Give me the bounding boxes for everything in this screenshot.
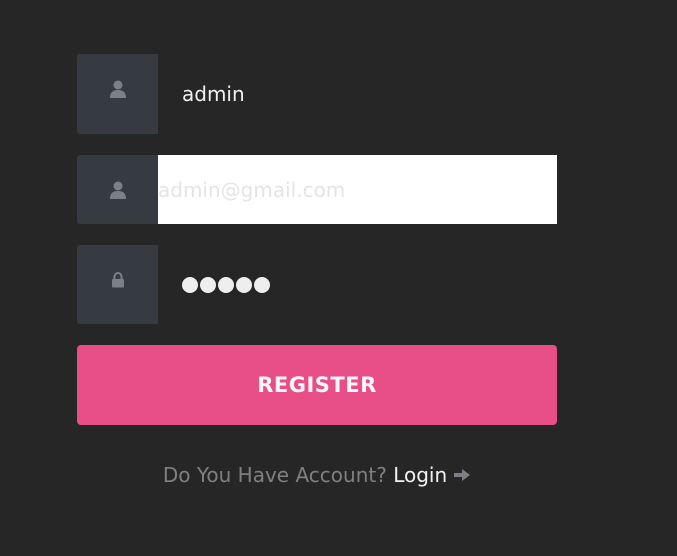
arrow-right-icon[interactable] bbox=[453, 464, 471, 488]
password-mask-dot bbox=[254, 276, 270, 293]
email-row bbox=[77, 155, 557, 224]
login-link[interactable]: Login bbox=[393, 463, 447, 487]
password-mask[interactable] bbox=[158, 276, 270, 293]
username-field[interactable]: admin bbox=[158, 54, 557, 134]
password-row bbox=[77, 245, 557, 324]
email-icon-box bbox=[77, 155, 158, 224]
password-mask-dot bbox=[218, 276, 234, 293]
email-field[interactable] bbox=[158, 155, 557, 224]
password-mask-dot bbox=[182, 276, 198, 293]
username-row: admin bbox=[77, 54, 557, 134]
user-icon bbox=[109, 79, 127, 99]
username-value[interactable]: admin bbox=[158, 82, 245, 106]
email-input[interactable] bbox=[158, 177, 557, 202]
lock-icon bbox=[111, 272, 125, 288]
username-icon-box bbox=[77, 54, 158, 134]
register-button[interactable]: REGISTER bbox=[77, 345, 557, 425]
login-prompt: Do You Have Account? Login bbox=[0, 463, 634, 489]
password-mask-dot bbox=[236, 276, 252, 293]
password-field[interactable] bbox=[158, 245, 557, 324]
user-icon bbox=[109, 180, 127, 200]
account-question: Do You Have Account? bbox=[162, 463, 387, 487]
password-mask-dot bbox=[200, 276, 216, 293]
password-icon-box bbox=[77, 245, 158, 324]
